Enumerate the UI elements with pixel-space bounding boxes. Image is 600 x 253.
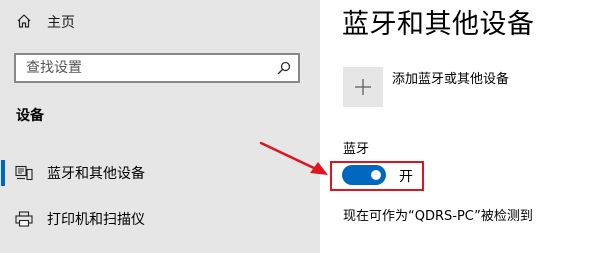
section-title: 设备 [16,108,44,124]
sidebar: 主页 设备 蓝牙和其他设备 打印机和扫描仪 [0,0,320,253]
add-device-label[interactable]: 添加蓝牙或其他设备 [392,68,509,87]
search-input[interactable] [16,55,276,81]
toggle-knob [371,170,381,180]
toggle-state-label: 开 [399,169,413,185]
annotation-arrow-icon [259,141,328,175]
search-box[interactable] [14,53,300,83]
sidebar-item-label: 蓝牙和其他设备 [47,166,145,182]
bluetooth-toggle[interactable] [342,165,386,185]
page-title: 蓝牙和其他设备 [342,9,535,40]
active-indicator [1,160,5,186]
plus-icon [355,79,371,95]
sidebar-item-label: 打印机和扫描仪 [47,212,145,228]
printer-icon [15,211,33,227]
bluetooth-devices-icon [15,165,33,181]
home-icon [17,14,31,28]
main-content: 蓝牙和其他设备 添加蓝牙或其他设备 蓝牙 开 现在可作为“QDRS-PC”被检测… [320,0,600,253]
search-icon[interactable] [277,61,291,75]
sidebar-item-home[interactable]: 主页 [0,6,320,36]
add-device-button[interactable] [343,67,383,107]
discoverable-status: 现在可作为“QDRS-PC”被检测到 [343,209,533,224]
home-label: 主页 [47,15,75,31]
sidebar-item-printers[interactable]: 打印机和扫描仪 [0,199,320,239]
bluetooth-label: 蓝牙 [343,142,370,157]
